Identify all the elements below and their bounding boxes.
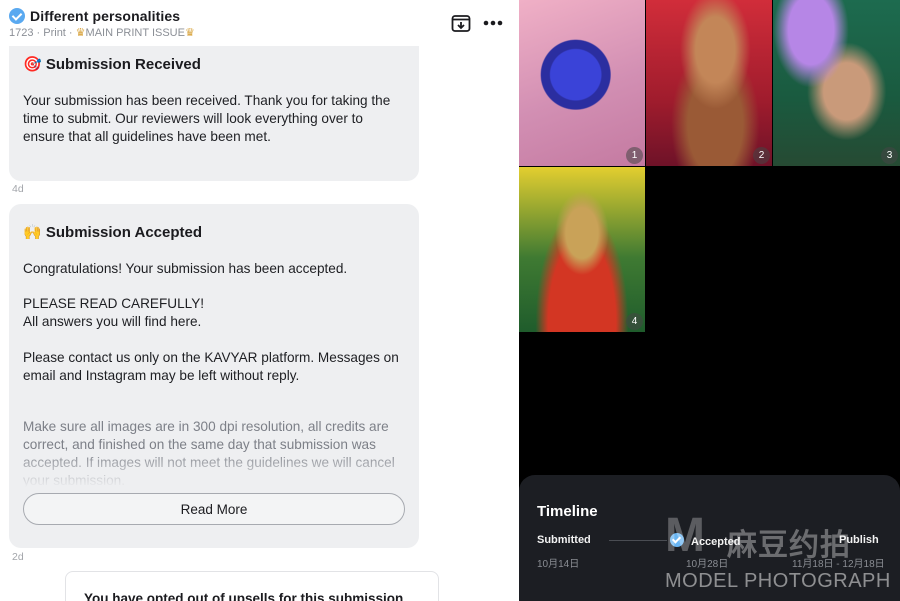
- submission-subtitle: 1723 · Print · ♛MAIN PRINT ISSUE♛: [9, 26, 195, 39]
- subtitle-prefix: 1723 · Print ·: [9, 27, 73, 39]
- more-options-button[interactable]: [482, 12, 504, 34]
- target-emoji-icon: 🎯: [23, 56, 42, 73]
- message-heading: 🙌 Submission Accepted: [23, 223, 202, 241]
- message-title: Submission Received: [45, 56, 201, 73]
- crown-icon: ♛: [184, 27, 195, 39]
- photo-index-badge: 1: [626, 147, 643, 164]
- message-timestamp: 2d: [12, 551, 24, 563]
- timeline-title: Timeline: [537, 503, 598, 520]
- message-body: Your submission has been received. Thank…: [23, 93, 391, 144]
- submission-photo-3[interactable]: 3: [773, 0, 900, 166]
- message-paragraph: Congratulations! Your submission has bee…: [23, 261, 348, 276]
- timeline-step-publish: Publish: [839, 534, 879, 546]
- submission-photo-1[interactable]: 1: [519, 0, 645, 166]
- chat-pane: Different personalities 1723 · Print · ♛…: [0, 0, 519, 601]
- message-timestamp: 4d: [12, 183, 24, 195]
- archive-download-icon: [451, 15, 471, 32]
- timeline-date-accepted: 10月28日: [686, 559, 729, 570]
- submission-photo-2[interactable]: 2: [646, 0, 772, 166]
- check-circle-icon: [670, 533, 684, 547]
- archive-download-button[interactable]: [450, 12, 472, 34]
- photo-index-badge: 2: [753, 147, 770, 164]
- text-fade-overlay: [9, 450, 419, 494]
- message-submission-accepted: 🙌 Submission Accepted Congratulations! Y…: [9, 204, 419, 548]
- raised-hands-emoji-icon: 🙌: [23, 224, 42, 241]
- upsell-optout-notice: You have opted out of upsells for this s…: [65, 571, 439, 601]
- timeline-step-accepted: Accepted: [691, 536, 741, 548]
- more-options-icon: [483, 20, 503, 26]
- chat-header: Different personalities 1723 · Print · ♛…: [0, 0, 519, 46]
- timeline-date-submitted: 10月14日: [537, 559, 580, 570]
- issue-label: MAIN PRINT ISSUE: [85, 27, 185, 39]
- timeline-date-publish: 11月18日 - 12月18日: [792, 559, 885, 570]
- optout-text: You have opted out of upsells for this s…: [84, 591, 404, 601]
- crown-icon: ♛: [75, 27, 86, 39]
- gallery-pane: 1 2 3 4 Timeline Submitted 10月14日 Accept…: [519, 0, 900, 601]
- message-paragraph: Please contact us only on the KAVYAR pla…: [23, 350, 399, 383]
- timeline-panel: Timeline Submitted 10月14日 Accepted 10月28…: [519, 475, 900, 601]
- photo-index-badge: 3: [881, 147, 898, 164]
- submission-photo-4[interactable]: 4: [519, 167, 645, 332]
- timeline-step-submitted: Submitted: [537, 534, 591, 546]
- message-submission-received: 🎯 Submission Received Your submission ha…: [9, 46, 419, 181]
- photo-index-badge: 4: [626, 313, 643, 330]
- read-more-button[interactable]: Read More: [23, 493, 405, 525]
- message-paragraph: PLEASE READ CAREFULLY!: [23, 296, 205, 311]
- verified-check-icon: [9, 8, 25, 24]
- message-title: Submission Accepted: [45, 224, 203, 241]
- submission-title: Different personalities: [30, 8, 181, 24]
- message-heading: 🎯 Submission Received: [23, 55, 201, 73]
- timeline-connector: [609, 540, 667, 541]
- message-paragraph: All answers you will find here.: [23, 314, 202, 329]
